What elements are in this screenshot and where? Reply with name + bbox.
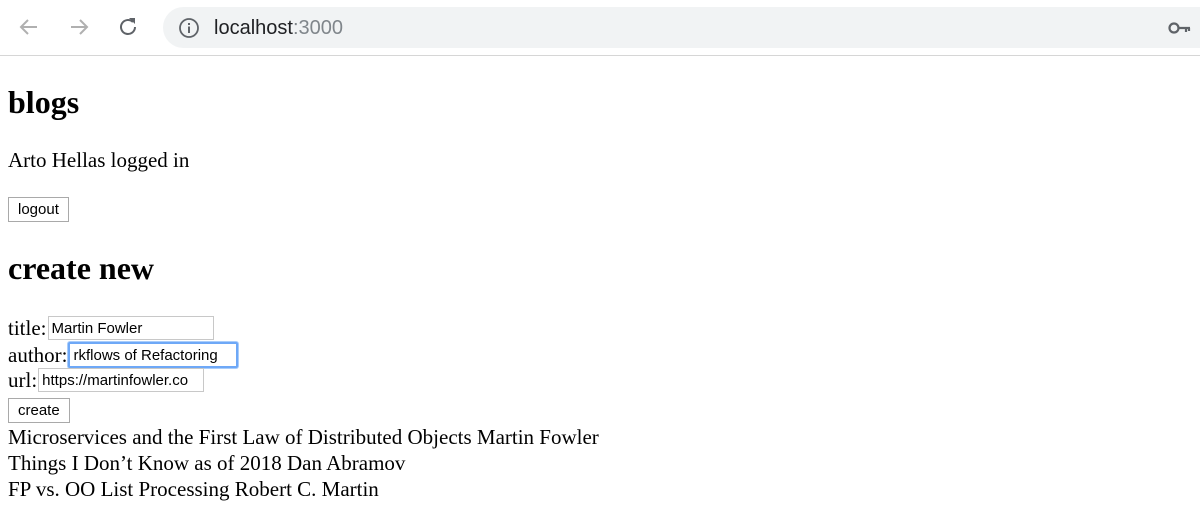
title-input[interactable]: [47, 316, 214, 340]
back-button[interactable]: [14, 12, 44, 42]
title-row: title:: [8, 316, 214, 340]
info-icon[interactable]: [178, 17, 200, 39]
author-input[interactable]: [68, 342, 239, 368]
title-label: title:: [8, 316, 47, 340]
create-new-heading: create new: [8, 250, 154, 286]
logged-in-status: Arto Hellas logged in: [8, 148, 190, 172]
back-arrow-icon: [19, 19, 37, 35]
key-icon[interactable]: [1168, 19, 1192, 37]
blog-list: Microservices and the First Law of Distr…: [8, 424, 599, 502]
url-host: localhost: [214, 17, 293, 39]
url-input[interactable]: [38, 368, 205, 392]
url-text: localhost:3000: [214, 16, 343, 40]
reload-button[interactable]: [113, 12, 143, 42]
forward-arrow-icon: [71, 19, 89, 35]
browser-toolbar: localhost:3000: [0, 0, 1200, 56]
address-bar[interactable]: localhost:3000: [163, 7, 1200, 48]
url-port: :3000: [292, 17, 343, 39]
create-button[interactable]: create: [8, 398, 70, 423]
logout-button[interactable]: logout: [8, 197, 69, 222]
page-title: blogs: [8, 84, 80, 120]
blog-item: Things I Don’t Know as of 2018 Dan Abram…: [8, 451, 406, 475]
url-label: url:: [8, 368, 38, 392]
author-row: author:: [8, 342, 239, 368]
reload-icon: [120, 18, 136, 35]
blog-item: FP vs. OO List Processing Robert C. Mart…: [8, 477, 379, 501]
url-row: url:: [8, 368, 205, 392]
blog-item: Microservices and the First Law of Distr…: [8, 425, 599, 449]
author-label: author:: [8, 343, 68, 367]
forward-button[interactable]: [64, 12, 94, 42]
